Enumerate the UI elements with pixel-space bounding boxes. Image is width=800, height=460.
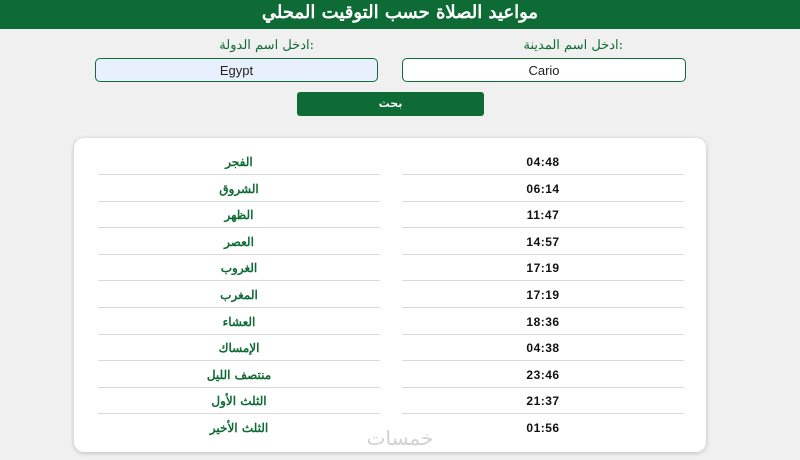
- prayer-name: منتصف الليل: [206, 367, 272, 382]
- prayer-name: الظهر: [224, 208, 254, 223]
- city-input[interactable]: [402, 58, 686, 82]
- prayer-name: العصر: [224, 234, 254, 249]
- prayer-row: العشاء 18:36: [98, 309, 684, 335]
- prayer-name: الفجر: [225, 155, 253, 169]
- prayer-time: 06:14: [526, 181, 560, 196]
- watermark: خمسات: [366, 426, 434, 450]
- prayer-time: 11:47: [526, 208, 560, 223]
- prayer-name: الإمساك: [218, 341, 260, 356]
- prayer-time: 14:57: [526, 234, 560, 249]
- page-title: مواعيد الصلاة حسب التوقيت المحلي: [0, 0, 800, 29]
- prayer-row: الإمساك 04:38: [98, 335, 684, 362]
- prayer-row: منتصف الليل 23:46: [98, 362, 684, 388]
- prayer-name: المغرب: [220, 288, 258, 302]
- prayer-name: الثلث الأخير: [209, 421, 269, 435]
- prayer-name: العشاء: [222, 314, 256, 329]
- prayer-name: الغروب: [220, 261, 258, 276]
- prayer-time: 04:48: [526, 155, 560, 169]
- prayer-name: الثلث الأول: [211, 394, 267, 409]
- prayer-time: 18:36: [526, 314, 560, 329]
- prayer-times-card: الفجر 04:48 الشروق 06:14 الظهر 11:47 العصر 14:5…: [74, 138, 706, 452]
- prayer-row: المغرب 17:19: [98, 282, 684, 308]
- prayer-time: 23:46: [526, 367, 560, 382]
- prayer-row: الظهر 11:47: [98, 202, 684, 229]
- prayer-row: الغروب 17:19: [98, 255, 684, 282]
- prayer-row: العصر 14:57: [98, 229, 684, 255]
- prayer-time: 17:19: [526, 261, 560, 276]
- prayer-name: الشروق: [219, 181, 259, 196]
- country-input[interactable]: [95, 58, 378, 82]
- search-button[interactable]: بحث: [297, 92, 484, 116]
- prayer-time: 21:37: [526, 394, 560, 409]
- prayer-row: الثلث الأول 21:37: [98, 388, 684, 415]
- prayer-time: 17:19: [526, 288, 560, 302]
- prayer-row: الشروق 06:14: [98, 176, 684, 202]
- country-label: :ادخل اسم الدولة: [219, 38, 314, 53]
- prayer-time: 04:38: [526, 341, 560, 356]
- city-label: :ادخل اسم المدينة: [523, 38, 623, 53]
- prayer-row: الفجر 04:48: [98, 149, 684, 175]
